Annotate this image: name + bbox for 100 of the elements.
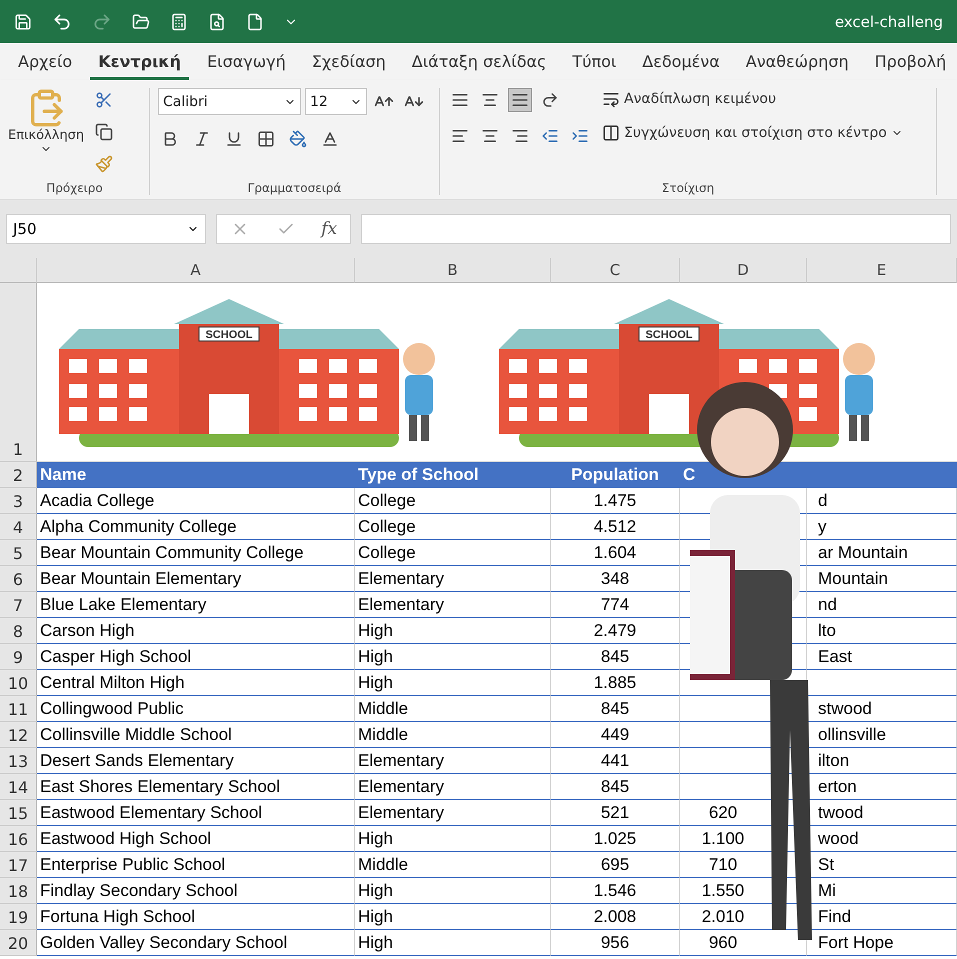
font-name-field[interactable]: Calibri xyxy=(158,88,301,115)
table-cell: 845 xyxy=(551,774,680,800)
school-building-drawing: SCHOOL xyxy=(59,299,459,449)
row-header[interactable]: 10 xyxy=(0,670,37,696)
table-cell: High xyxy=(355,618,551,644)
table-cell: Elementary xyxy=(355,592,551,618)
table-cell: lto xyxy=(807,618,957,644)
ribbon-tab[interactable]: Αρχείο xyxy=(10,52,80,80)
table-cell: Bear Mountain Elementary xyxy=(37,566,355,592)
table-cell: Eastwood Elementary School xyxy=(37,800,355,826)
row-header[interactable]: 13 xyxy=(0,748,37,774)
row-header[interactable]: 12 xyxy=(0,722,37,748)
row-header[interactable]: 18 xyxy=(0,878,37,904)
table-cell: 774 xyxy=(551,592,680,618)
row-header[interactable]: 5 xyxy=(0,540,37,566)
table-cell: College xyxy=(355,540,551,566)
table-cell: Blue Lake Elementary xyxy=(37,592,355,618)
ribbon-tab[interactable]: Δεδομένα xyxy=(634,52,728,80)
formula-field[interactable] xyxy=(361,214,951,244)
new-document-icon[interactable] xyxy=(246,12,264,30)
table-cell: Elementary xyxy=(355,774,551,800)
table-cell: High xyxy=(355,644,551,670)
table-cell: High xyxy=(355,930,551,956)
row-header[interactable]: 14 xyxy=(0,774,37,800)
table-cell: Central Milton High xyxy=(37,670,355,696)
table-cell: High xyxy=(355,878,551,904)
row-header[interactable]: 1 xyxy=(0,283,37,462)
ribbon-tab[interactable]: Τύποι xyxy=(564,52,624,80)
ribbon-tab[interactable]: Αναθεώρηση xyxy=(738,52,857,80)
table-cell: 1.025 xyxy=(551,826,680,852)
table-cell: Elementary xyxy=(355,800,551,826)
font-size-field[interactable]: 12 xyxy=(305,88,367,115)
column-header[interactable]: C xyxy=(551,258,680,283)
table-cell: 521 xyxy=(551,800,680,826)
row-header[interactable]: 6 xyxy=(0,566,37,592)
merge-icon xyxy=(602,124,620,142)
row-header[interactable]: 20 xyxy=(0,930,37,956)
table-cell: 1.546 xyxy=(551,878,680,904)
row-header[interactable]: 9 xyxy=(0,644,37,670)
row-header[interactable]: 2 xyxy=(0,462,37,488)
table-cell: College xyxy=(355,514,551,540)
column-header[interactable]: D xyxy=(680,258,807,283)
row-header[interactable]: 8 xyxy=(0,618,37,644)
wrap-text-icon xyxy=(602,90,620,108)
table-cell: 348 xyxy=(551,566,680,592)
table-cell: High xyxy=(355,670,551,696)
row-header[interactable]: 11 xyxy=(0,696,37,722)
table-cell: High xyxy=(355,826,551,852)
table-cell: 1.885 xyxy=(551,670,680,696)
table-cell: 4.512 xyxy=(551,514,680,540)
row-header[interactable]: 7 xyxy=(0,592,37,618)
table-cell: ar Mountain xyxy=(807,540,957,566)
insert-function-button[interactable]: fx xyxy=(319,219,340,239)
table-cell: 695 xyxy=(551,852,680,878)
save-icon[interactable] xyxy=(14,12,32,30)
name-box[interactable]: J50 xyxy=(6,214,206,244)
table-cell: 2.479 xyxy=(551,618,680,644)
table-cell: stwood xyxy=(807,696,957,722)
group-label: Γραμματοσειρά xyxy=(248,181,342,195)
column-header[interactable]: E xyxy=(807,258,957,283)
row-header[interactable]: 3 xyxy=(0,488,37,514)
table-cell: Acadia College xyxy=(37,488,355,514)
window-title: excel-challeng xyxy=(834,12,943,30)
table-cell: nd xyxy=(807,592,957,618)
merge-center-button[interactable]: Συγχώνευση και στοίχιση στο κέντρο xyxy=(600,122,905,144)
table-cell: 441 xyxy=(551,748,680,774)
row-header[interactable]: 15 xyxy=(0,800,37,826)
wrap-text-button[interactable]: Αναδίπλωση κειμένου xyxy=(600,88,778,110)
table-cell: East xyxy=(807,644,957,670)
table-cell: Middle xyxy=(355,852,551,878)
row-header[interactable]: 4 xyxy=(0,514,37,540)
table-cell: College xyxy=(355,488,551,514)
table-cell: Alpha Community College xyxy=(37,514,355,540)
column-header[interactable]: A xyxy=(37,258,355,283)
table-cell: Middle xyxy=(355,696,551,722)
column-heading: Name xyxy=(37,462,355,488)
table-cell: Eastwood High School xyxy=(37,826,355,852)
ribbon-tab[interactable]: Διάταξη σελίδας xyxy=(404,52,554,80)
table-cell: High xyxy=(355,904,551,930)
bottom-align-icon[interactable] xyxy=(508,88,532,112)
group-label: Στοίχιση xyxy=(662,181,714,195)
column-heading: Population xyxy=(551,462,680,488)
column-header[interactable]: B xyxy=(355,258,551,283)
ribbon-tab[interactable]: Προβολή xyxy=(866,52,954,80)
table-cell: Carson High xyxy=(37,618,355,644)
table-cell: Fortuna High School xyxy=(37,904,355,930)
paste-button[interactable]: Επικόλληση xyxy=(8,88,84,181)
row-header[interactable]: 19 xyxy=(0,904,37,930)
open-folder-icon[interactable] xyxy=(132,12,150,30)
table-cell: Elementary xyxy=(355,748,551,774)
table-cell: 845 xyxy=(551,644,680,670)
ribbon-tab[interactable]: Σχεδίαση xyxy=(304,52,394,80)
table-cell: Findlay Secondary School xyxy=(37,878,355,904)
ribbon-tab[interactable]: Εισαγωγή xyxy=(199,52,294,80)
undo-icon[interactable] xyxy=(52,12,72,32)
print-preview-icon[interactable] xyxy=(208,12,226,30)
row-header[interactable]: 16 xyxy=(0,826,37,852)
row-header[interactable]: 17 xyxy=(0,852,37,878)
calculator-icon[interactable] xyxy=(170,12,188,30)
table-cell: Fort Hope xyxy=(807,930,957,956)
